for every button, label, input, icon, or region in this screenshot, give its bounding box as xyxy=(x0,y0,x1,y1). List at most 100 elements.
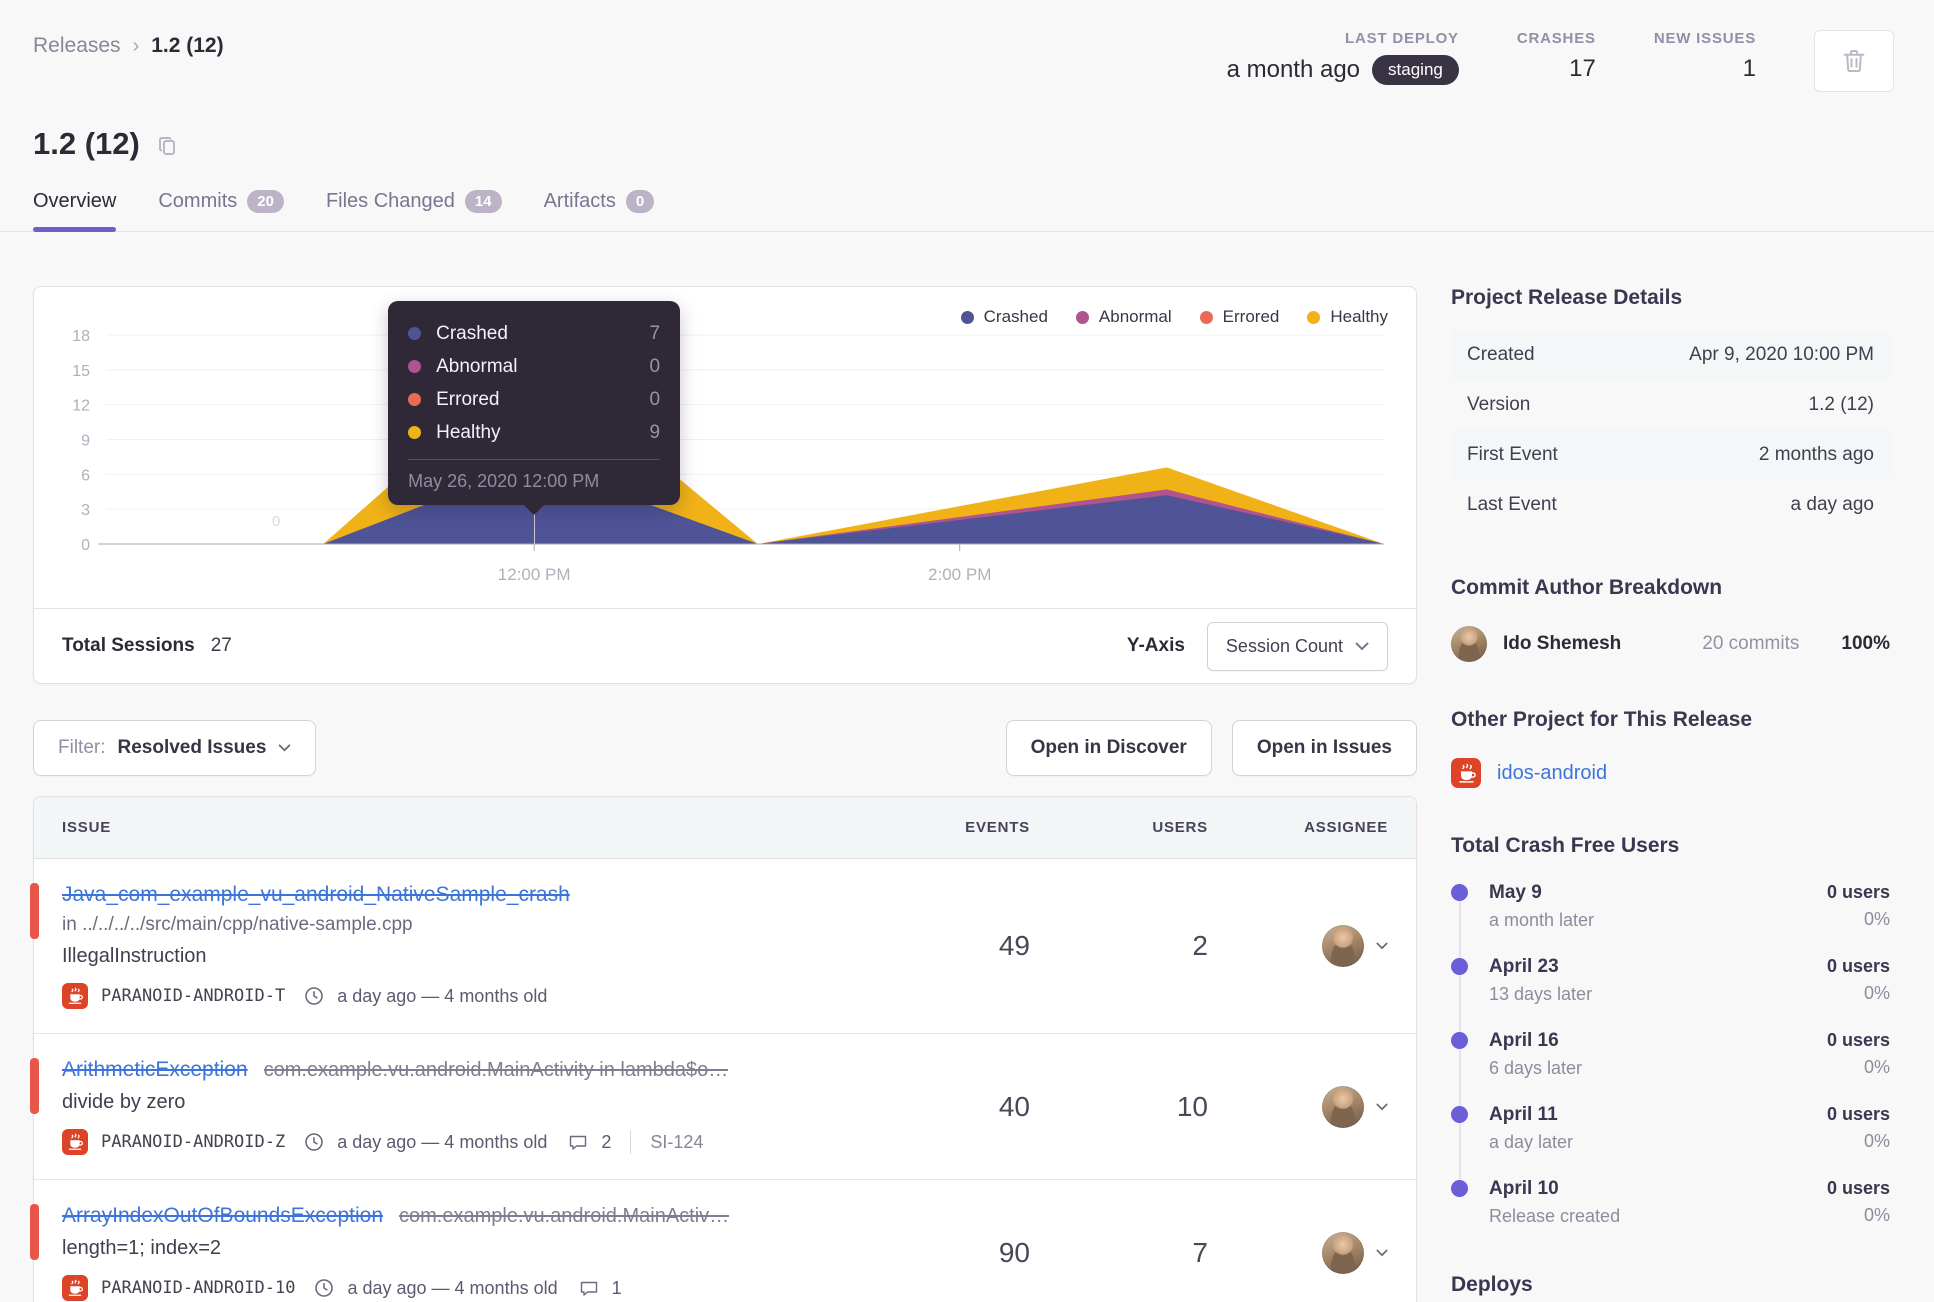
issue-title-link[interactable]: ArrayIndexOutOfBoundsException xyxy=(62,1204,383,1228)
y-axis-label: Y-Axis xyxy=(1126,635,1185,656)
comment-count: 2 xyxy=(601,1131,612,1152)
open-in-discover-button[interactable]: Open in Discover xyxy=(1005,720,1212,776)
timeline-item: April 10 Release created 0 users 0% xyxy=(1451,1178,1890,1227)
title-row: 1.2 (12) xyxy=(33,126,1934,162)
breadcrumb: Releases › 1.2 (12) xyxy=(33,34,224,58)
issue-message: length=1; index=2 xyxy=(62,1237,222,1259)
environment-badge: staging xyxy=(1372,55,1459,85)
stat-crashes-label: CRASHES xyxy=(1516,30,1596,47)
column-users: USERS xyxy=(1152,819,1208,836)
error-level-bar xyxy=(30,1204,39,1260)
timeline-item: April 11 a day later 0 users 0% xyxy=(1451,1104,1890,1153)
svg-text:18: 18 xyxy=(72,328,90,345)
legend-dot-crashed xyxy=(960,310,974,324)
error-level-bar xyxy=(30,883,39,939)
tooltip-dot-errored xyxy=(408,393,422,406)
issue-events-count: 90 xyxy=(998,1236,1030,1268)
timeline-dot xyxy=(1451,958,1468,975)
author-avatar xyxy=(1451,626,1487,662)
sessions-chart[interactable]: 0 3 6 9 12 15 18 12:00 PM 2:00 PM 0 Crashed Abno… xyxy=(34,287,1416,608)
issue-culprit: com.example.vu.android.MainActiv… xyxy=(399,1205,730,1227)
svg-text:15: 15 xyxy=(72,363,90,380)
project-slug: PARANOID-ANDROID-Z xyxy=(101,1132,286,1152)
detail-row-created: Created Apr 9, 2020 10:00 PM xyxy=(1451,330,1890,380)
tab-overview[interactable]: Overview xyxy=(33,190,117,232)
assignee-dropdown[interactable] xyxy=(1208,1085,1388,1128)
author-percent: 100% xyxy=(1841,633,1890,654)
svg-text:2:00 PM: 2:00 PM xyxy=(928,565,991,584)
section-heading: Total Crash Free Users xyxy=(1451,834,1680,857)
tab-files-changed[interactable]: Files Changed 14 xyxy=(326,190,502,231)
legend-dot-healthy xyxy=(1307,310,1321,324)
chevron-down-icon xyxy=(1355,642,1369,651)
other-project-link[interactable]: idos-android xyxy=(1497,762,1607,785)
other-project-row: idos-android xyxy=(1451,758,1890,788)
tooltip-dot-abnormal xyxy=(408,360,422,373)
timeline-dot xyxy=(1451,884,1468,901)
clock-icon xyxy=(304,1132,324,1152)
issue-message: divide by zero xyxy=(62,1091,186,1113)
tabs-bar: Overview Commits 20 Files Changed 14 Art… xyxy=(0,190,1934,232)
author-commit-count: 20 commits xyxy=(1702,633,1800,654)
breadcrumb-current-release: 1.2 (12) xyxy=(151,34,224,57)
timeline-item: April 16 6 days later 0 users 0% xyxy=(1451,1030,1890,1079)
svg-text:12: 12 xyxy=(72,398,90,415)
timeline-item: May 9 a month later 0 users 0% xyxy=(1451,882,1890,931)
tooltip-dot-crashed xyxy=(408,327,422,340)
issue-culprit: com.example.vu.android.MainActivity in l… xyxy=(263,1059,729,1081)
artifacts-count-badge: 0 xyxy=(625,190,655,213)
svg-text:3: 3 xyxy=(81,502,90,519)
copy-version-icon[interactable] xyxy=(156,134,180,158)
stat-last-deploy-label: LAST DEPLOY xyxy=(1345,30,1459,47)
issue-users-count: 10 xyxy=(1176,1090,1208,1122)
external-issue-id: SI-124 xyxy=(650,1131,704,1152)
tab-commits[interactable]: Commits 20 xyxy=(158,190,284,231)
stacked-area-chart: 0 3 6 9 12 15 18 12:00 PM 2:00 PM xyxy=(72,328,1384,584)
issue-title-link[interactable]: Java_com_example_vu_android_NativeSample… xyxy=(62,883,570,907)
release-stats: LAST DEPLOY a month ago staging CRASHES … xyxy=(1227,30,1894,92)
legend-item-crashed[interactable]: Crashed xyxy=(960,307,1048,327)
timeline-dot xyxy=(1451,1032,1468,1049)
stat-new-issues-label: NEW ISSUES xyxy=(1653,30,1756,47)
other-project-section: Other Project for This Release idos-andr… xyxy=(1451,708,1890,788)
error-level-bar xyxy=(30,1058,39,1114)
assignee-avatar xyxy=(1322,925,1364,967)
issue-message: IllegalInstruction xyxy=(62,945,207,967)
issue-events-count: 40 xyxy=(998,1090,1030,1122)
legend-item-abnormal[interactable]: Abnormal xyxy=(1075,307,1172,327)
total-sessions-label: Total Sessions xyxy=(62,635,195,656)
chevron-right-icon: › xyxy=(132,34,140,57)
y-axis-select[interactable]: Session Count xyxy=(1206,621,1388,671)
assignee-avatar xyxy=(1322,1085,1364,1128)
legend-dot-errored xyxy=(1199,310,1213,324)
chevron-down-icon xyxy=(278,744,291,752)
section-heading: Commit Author Breakdown xyxy=(1451,576,1723,599)
issues-controls-row: Filter: Resolved Issues Open in Discover… xyxy=(33,720,1417,776)
filter-dropdown[interactable]: Filter: Resolved Issues xyxy=(33,720,317,776)
trash-icon xyxy=(1839,46,1869,76)
comment-count: 1 xyxy=(611,1277,622,1298)
column-assignee: ASSIGNEE xyxy=(1304,819,1388,836)
issue-users-count: 2 xyxy=(1192,930,1208,961)
delete-release-button[interactable] xyxy=(1814,30,1894,92)
issue-title-link[interactable]: ArithmeticException xyxy=(62,1058,248,1082)
assignee-dropdown[interactable] xyxy=(1208,925,1388,967)
assignee-dropdown[interactable] xyxy=(1208,1231,1388,1274)
legend-item-healthy[interactable]: Healthy xyxy=(1307,307,1388,327)
open-in-issues-button[interactable]: Open in Issues xyxy=(1231,720,1417,776)
detail-row-first-event: First Event 2 months ago xyxy=(1451,430,1890,480)
chevron-down-icon xyxy=(1376,1103,1388,1111)
total-sessions-value: 27 xyxy=(210,635,232,656)
timeline-dot xyxy=(1451,1106,1468,1123)
crash-free-timeline: May 9 a month later 0 users 0% April 23 … xyxy=(1451,882,1890,1227)
tab-artifacts[interactable]: Artifacts 0 xyxy=(544,190,655,231)
java-project-icon xyxy=(62,1275,88,1301)
chevron-down-icon xyxy=(1376,1249,1388,1257)
section-heading: Deploys xyxy=(1451,1273,1533,1296)
stat-new-issues: NEW ISSUES 1 xyxy=(1654,30,1756,83)
legend-item-errored[interactable]: Errored xyxy=(1199,307,1279,327)
column-issue: ISSUE xyxy=(62,819,112,836)
breadcrumb-releases-link[interactable]: Releases xyxy=(33,34,121,58)
commits-count-badge: 20 xyxy=(247,190,284,213)
project-slug: PARANOID-ANDROID-10 xyxy=(101,1278,296,1298)
